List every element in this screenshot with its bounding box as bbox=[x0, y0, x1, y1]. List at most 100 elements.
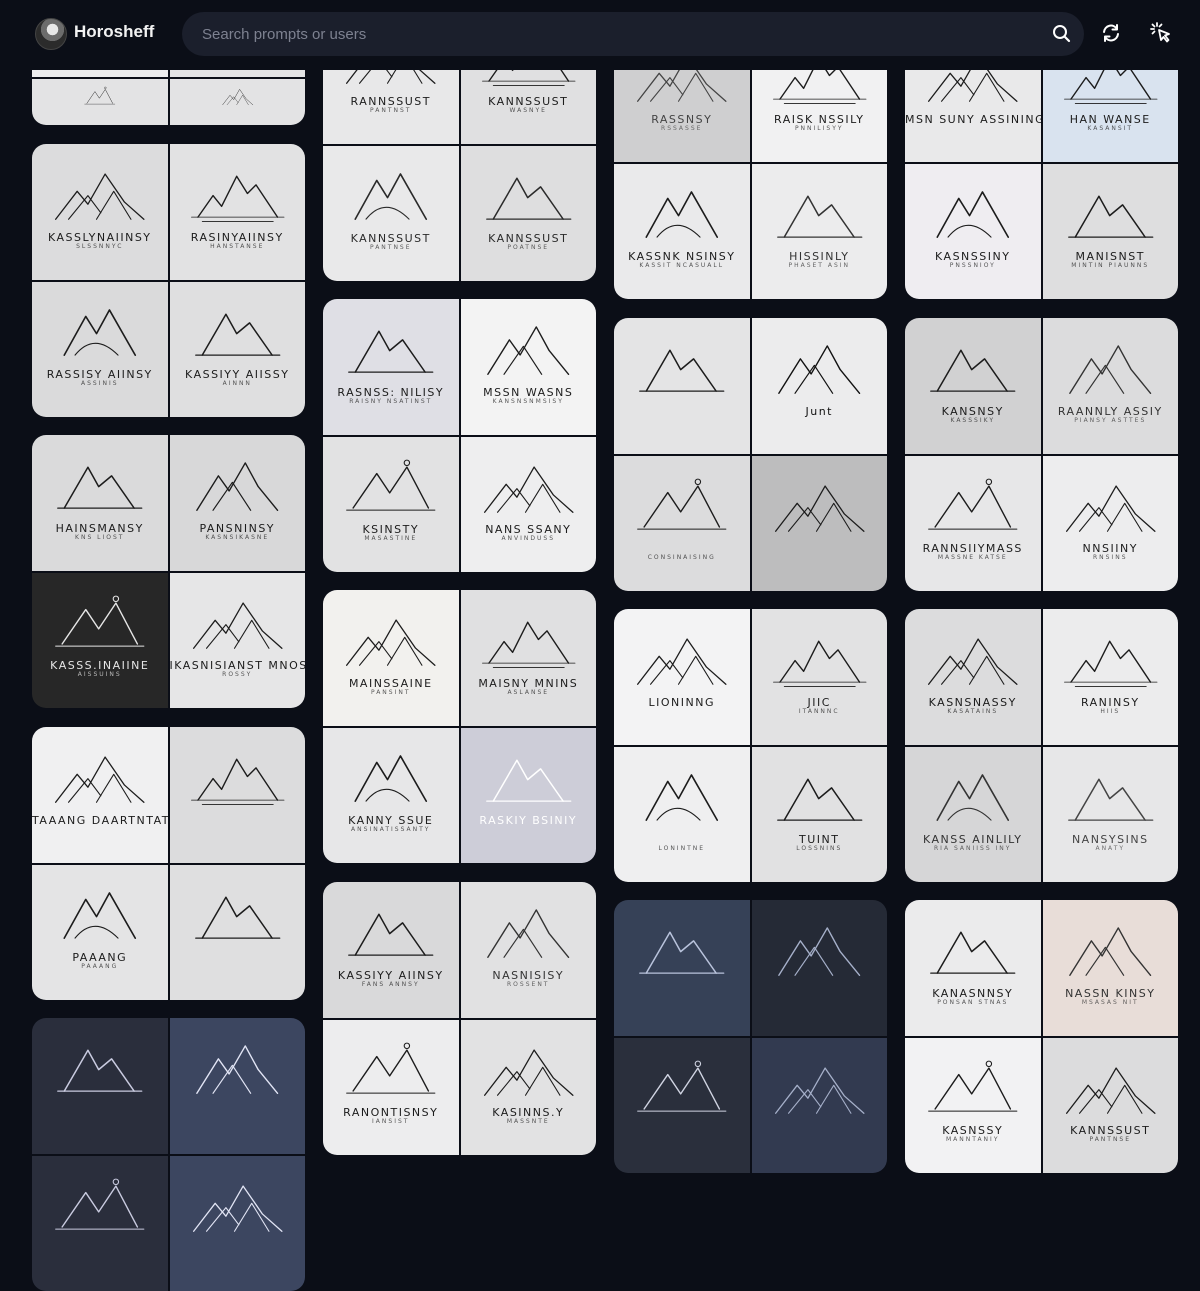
image-card[interactable]: MAINSSAINEPANSINTMAISNY MNINSASLANSEKANN… bbox=[323, 590, 596, 863]
image-tile[interactable]: KANNY SSUEANSINATISSANTY bbox=[323, 728, 459, 864]
mountain-logo-icon bbox=[1043, 318, 1179, 454]
logo-subtitle: IANSIST bbox=[323, 1118, 459, 1125]
image-tile[interactable]: RANONTISNSYIANSIST bbox=[323, 1020, 459, 1156]
username[interactable]: Horosheff bbox=[74, 22, 154, 42]
image-tile[interactable]: LONINTNE bbox=[614, 747, 750, 883]
logo-title: MANISNST bbox=[1043, 250, 1179, 263]
mountain-logo-icon bbox=[32, 282, 168, 418]
image-tile[interactable] bbox=[614, 900, 750, 1036]
image-card[interactable]: KANSNSYKASSSIKYRAANNLY ASSIYPIANSY ASTTE… bbox=[905, 318, 1178, 591]
image-tile[interactable]: RASKIY BSINIY bbox=[461, 728, 597, 864]
logo-title: TUINT bbox=[752, 833, 888, 846]
logo-subtitle: MASSNE KATSE bbox=[905, 554, 1041, 561]
mountain-logo-icon bbox=[614, 456, 750, 592]
image-tile[interactable]: MAISNY MNINSASLANSE bbox=[461, 590, 597, 726]
image-tile[interactable]: PAAANGPAAANG bbox=[32, 865, 168, 1001]
image-tile[interactable] bbox=[170, 865, 306, 1001]
avatar[interactable] bbox=[35, 18, 67, 50]
image-tile[interactable] bbox=[614, 318, 750, 454]
image-tile[interactable]: KASNSSINYPNSSNIOY bbox=[905, 164, 1041, 300]
logo-title: RAANNLY ASSIY bbox=[1043, 405, 1179, 418]
cursor-click-icon[interactable] bbox=[1148, 20, 1174, 46]
image-tile[interactable]: KASSNK NSINSYKASSIT NCASUALL bbox=[614, 164, 750, 300]
logo-title: KANNSSUST bbox=[461, 232, 597, 245]
logo-subtitle: KASATAINS bbox=[905, 708, 1041, 715]
image-tile[interactable]: HAINSMANSYKNS LIOST bbox=[32, 435, 168, 571]
mountain-logo-icon bbox=[170, 865, 306, 1001]
image-tile[interactable]: NASSN KINSYMSASAS NIT bbox=[1043, 900, 1179, 1036]
image-tile[interactable]: NASNISISYROSSENT bbox=[461, 882, 597, 1018]
image-tile[interactable]: PANSNINSYKASNSIKASNE bbox=[170, 435, 306, 571]
image-card[interactable]: KASSLYNAIINSYSLSSNNYCRASINYAIINSYHANSTAN… bbox=[32, 144, 305, 417]
image-card[interactable]: KASSIYY AIINSYFANS ANNSYNASNISISYROSSENT… bbox=[323, 882, 596, 1155]
image-card[interactable]: LIONINNGJIICITANNNCLONINTNETUINTLOSSNINS bbox=[614, 609, 887, 882]
image-tile[interactable]: IKASNISIANST MNOSSIZROSSY bbox=[170, 573, 306, 709]
image-tile[interactable]: RASSISY AIINSYASSINIS bbox=[32, 282, 168, 418]
image-tile[interactable]: KANNSSUSTPOATNSE bbox=[461, 146, 597, 282]
image-tile[interactable]: NNSIINYRNSINS bbox=[1043, 456, 1179, 592]
image-card[interactable]: KASNSNASSYKASATAINSRANINSYHIISKANSS AINL… bbox=[905, 609, 1178, 882]
logo-subtitle: AINNN bbox=[170, 380, 306, 387]
image-tile[interactable] bbox=[32, 1018, 168, 1154]
image-tile[interactable] bbox=[170, 1018, 306, 1154]
image-tile[interactable]: KANNSSUSTPANTNSE bbox=[323, 146, 459, 282]
logo-subtitle: ROSSY bbox=[170, 671, 306, 678]
image-tile[interactable]: KANASNNSYPONSAN STNAS bbox=[905, 900, 1041, 1036]
image-tile[interactable] bbox=[170, 1156, 306, 1291]
image-tile[interactable] bbox=[170, 727, 306, 863]
image-card[interactable]: HAINSMANSYKNS LIOSTPANSNINSYKASNSIKASNEK… bbox=[32, 435, 305, 708]
image-tile[interactable]: KANSS AINLILYRIA SANIISS INY bbox=[905, 747, 1041, 883]
image-card[interactable]: RASNSS: NILISYRAISNY NSATINSTMSSN WASNSK… bbox=[323, 299, 596, 572]
logo-title: NANS SSANY bbox=[461, 523, 597, 536]
image-tile[interactable] bbox=[32, 79, 168, 126]
image-tile[interactable]: LIONINNG bbox=[614, 609, 750, 745]
image-tile[interactable]: RASNSS: NILISYRAISNY NSATINST bbox=[323, 299, 459, 435]
logo-title: PANSNINSY bbox=[170, 522, 306, 535]
logo-subtitle: HANSTANSE bbox=[170, 243, 306, 250]
image-tile[interactable]: MANISNSTMINTIN PIAUNNS bbox=[1043, 164, 1179, 300]
image-tile[interactable]: HISSINLYPHASET ASIN bbox=[752, 164, 888, 300]
image-tile[interactable] bbox=[170, 79, 306, 126]
mountain-logo-icon bbox=[32, 573, 168, 709]
image-card[interactable] bbox=[32, 1018, 305, 1291]
image-card[interactable] bbox=[614, 900, 887, 1173]
logo-title: HAINSMANSY bbox=[32, 522, 168, 535]
image-tile[interactable]: KASSS.INAIINEAISSUINS bbox=[32, 573, 168, 709]
logo-title: RASKIY BSINIY bbox=[461, 814, 597, 827]
image-tile[interactable]: KASSIYY AIISSYAINNN bbox=[170, 282, 306, 418]
refresh-icon[interactable] bbox=[1098, 20, 1124, 46]
image-tile[interactable]: KSINSTYMASASTINE bbox=[323, 437, 459, 573]
image-card[interactable]: TAAANG DAARTNTATOSPAAANGPAAANG bbox=[32, 727, 305, 1000]
image-tile[interactable]: Junt bbox=[752, 318, 888, 454]
image-tile[interactable]: TUINTLOSSNINS bbox=[752, 747, 888, 883]
image-tile[interactable]: CONSINAISING bbox=[614, 456, 750, 592]
image-tile[interactable]: MSSN WASNSKANSNSNMSISY bbox=[461, 299, 597, 435]
image-card[interactable]: JuntCONSINAISING bbox=[614, 318, 887, 591]
image-card[interactable]: KANASNNSYPONSAN STNASNASSN KINSYMSASAS N… bbox=[905, 900, 1178, 1173]
image-tile[interactable]: RANINSYHIIS bbox=[1043, 609, 1179, 745]
logo-title: KANNY SSUE bbox=[323, 814, 459, 827]
search-icon[interactable] bbox=[1048, 20, 1076, 48]
image-tile[interactable]: MAINSSAINEPANSINT bbox=[323, 590, 459, 726]
image-tile[interactable]: KASNSNASSYKASATAINS bbox=[905, 609, 1041, 745]
image-tile[interactable]: RAANNLY ASSIYPIANSY ASTTES bbox=[1043, 318, 1179, 454]
image-tile[interactable]: RASINYAIINSYHANSTANSE bbox=[170, 144, 306, 280]
image-tile[interactable] bbox=[32, 1156, 168, 1291]
image-tile[interactable]: NANSYSINSANATY bbox=[1043, 747, 1179, 883]
image-tile[interactable]: KASSLYNAIINSYSLSSNNYC bbox=[32, 144, 168, 280]
mountain-logo-icon bbox=[752, 609, 888, 745]
image-tile[interactable] bbox=[752, 456, 888, 592]
search-input[interactable] bbox=[182, 12, 1084, 56]
logo-title: KANSNSY bbox=[905, 405, 1041, 418]
logo-subtitle: HIIS bbox=[1043, 708, 1179, 715]
image-tile[interactable]: KANSNSYKASSSIKY bbox=[905, 318, 1041, 454]
image-tile[interactable]: NANS SSANYANVINDUSS bbox=[461, 437, 597, 573]
image-tile[interactable]: KASINNS.YMASSNTE bbox=[461, 1020, 597, 1156]
image-tile[interactable]: JIICITANNNC bbox=[752, 609, 888, 745]
image-tile[interactable]: RANNSIIYMASSMASSNE KATSE bbox=[905, 456, 1041, 592]
image-tile[interactable]: KASSIYY AIINSYFANS ANNSY bbox=[323, 882, 459, 1018]
logo-subtitle: WASNYE bbox=[461, 107, 597, 114]
image-tile[interactable]: TAAANG DAARTNTATOS bbox=[32, 727, 168, 863]
logo-subtitle: MASASTINE bbox=[323, 535, 459, 542]
image-tile[interactable] bbox=[752, 900, 888, 1036]
